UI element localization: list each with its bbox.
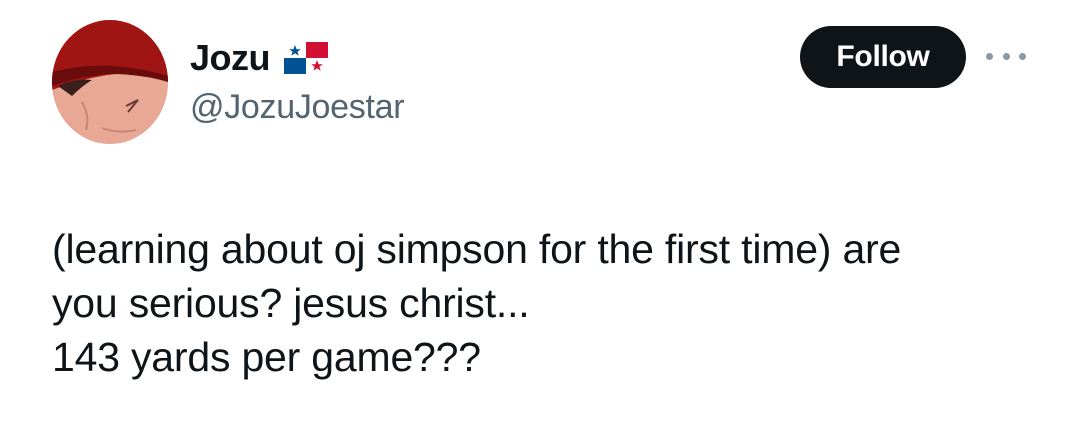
more-dot [1019,52,1026,60]
tweet-text-line: (learning about oj simpson for the first… [52,226,902,272]
tweet-text: (learning about oj simpson for the first… [52,222,1052,384]
author-name-row: Jozu [190,36,329,80]
panama-flag-icon [284,42,329,74]
author-handle[interactable]: @JozuJoestar [190,90,405,124]
tweet-text-line: 143 yards per game??? [52,334,481,380]
more-dot [1002,52,1010,60]
follow-button[interactable]: Follow [800,26,966,88]
avatar-image [52,20,168,144]
tweet-card: Jozu @JozuJoestar Follow (learning about… [0,0,1080,430]
more-options-icon[interactable] [986,44,1026,68]
more-dot [986,52,993,60]
avatar[interactable] [52,20,168,144]
tweet-text-line: you serious? jesus christ... [52,280,530,326]
display-name[interactable]: Jozu [190,40,271,76]
